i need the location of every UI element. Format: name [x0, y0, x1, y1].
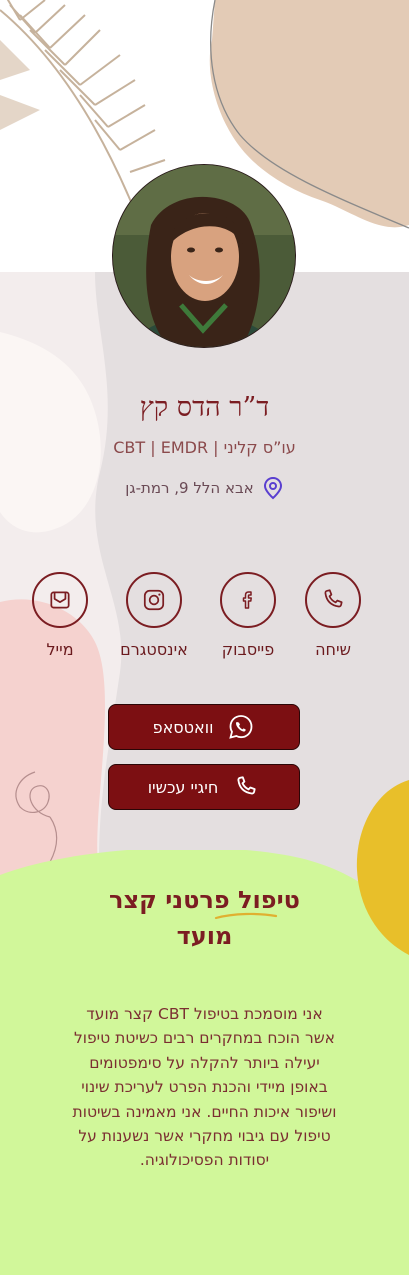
mail-button[interactable]	[32, 572, 88, 628]
whatsapp-button[interactable]: וואטסאפ	[108, 704, 300, 750]
profile-name: ד”ר הדס קץ	[139, 392, 270, 423]
portrait-image	[113, 165, 295, 347]
address-row[interactable]: אבא הלל 9, רמת-גן	[0, 476, 409, 500]
call-button[interactable]	[305, 572, 361, 628]
action-label: מייל	[46, 640, 74, 659]
call-now-label: חיגיי עכשיו	[147, 777, 219, 797]
profile-subtitle: עו”ס קליני | CBT | EMDR	[113, 438, 296, 457]
facebook-button[interactable]	[220, 572, 276, 628]
section-title-line2: מועד	[176, 922, 233, 950]
action-facebook[interactable]: פייסבוק	[208, 572, 288, 659]
location-pin-icon	[262, 476, 284, 500]
avatar	[112, 164, 296, 348]
contact-actions: שיחה פייסבוק אינסטגרם מייל	[0, 572, 409, 672]
whatsapp-icon	[227, 713, 255, 741]
action-label: שיחה	[315, 640, 351, 659]
action-instagram[interactable]: אינסטגרם	[114, 572, 194, 659]
phone-icon	[232, 773, 260, 801]
facebook-icon	[242, 591, 252, 609]
whatsapp-label: וואטסאפ	[152, 717, 214, 737]
instagram-button[interactable]	[126, 572, 182, 628]
instagram-icon	[143, 589, 165, 611]
phone-icon	[324, 589, 343, 608]
action-call[interactable]: שיחה	[293, 572, 373, 659]
action-label: אינסטגרם	[120, 640, 188, 659]
address-text: אבא הלל 9, רמת-גן	[125, 479, 254, 497]
section-title-line1: טיפול פרטני קצר	[109, 882, 300, 920]
action-label: פייסבוק	[221, 640, 275, 659]
underline-swash	[214, 912, 278, 920]
action-mail[interactable]: מייל	[20, 572, 100, 659]
call-now-button[interactable]: חיגיי עכשיו	[108, 764, 300, 810]
mail-icon	[50, 591, 70, 609]
section-body: אני מוסמכת בטיפול CBT קצר מועד אשר הוכח …	[72, 1005, 337, 1170]
section-title: טיפול פרטני קצר מועד	[0, 882, 409, 954]
